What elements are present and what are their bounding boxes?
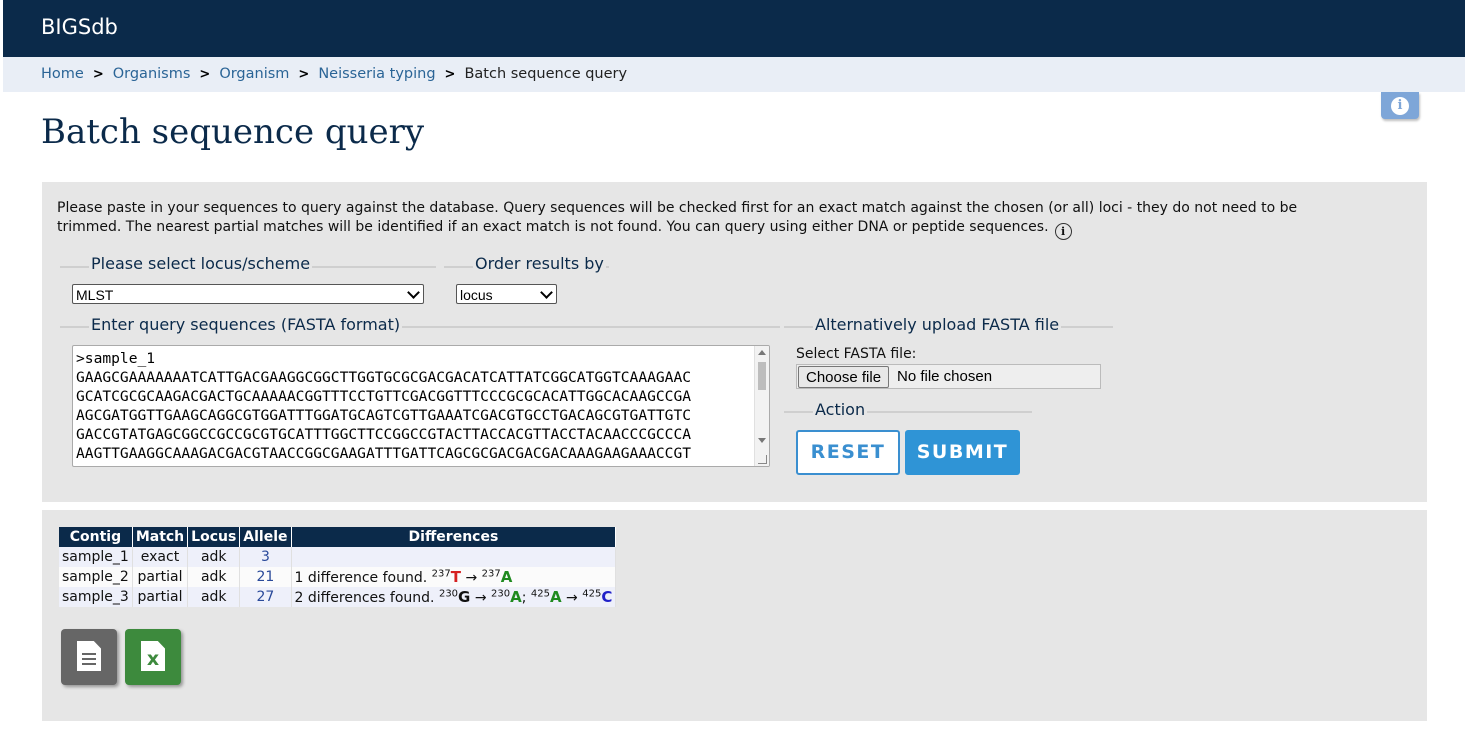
position-label: 230 <box>491 588 511 600</box>
query-sequence-textarea[interactable]: >sample_1 GAAGCGAAAAAAATCATTGACGAAGGCGGC… <box>72 345 770 467</box>
table-row: sample_1 exact adk 3 <box>59 547 617 567</box>
query-sequence-text: >sample_1 GAAGCGAAAAAAATCATTGACGAAGGCGGC… <box>76 350 692 462</box>
query-base: A <box>510 588 522 606</box>
match-cell: exact <box>132 547 189 567</box>
differences-cell <box>291 547 617 567</box>
action-legend: Action <box>813 400 868 419</box>
breadcrumb-separator: > <box>199 67 211 82</box>
position-label: 425 <box>530 588 550 600</box>
locus-cell: adk <box>187 547 241 567</box>
breadcrumb-home[interactable]: Home <box>41 66 84 82</box>
arrow-icon: → <box>474 590 487 606</box>
query-form-panel: Please paste in your sequences to query … <box>42 182 1427 502</box>
scroll-down-icon[interactable] <box>758 438 766 443</box>
contig-cell: sample_1 <box>59 547 133 567</box>
allele-link[interactable]: 3 <box>261 549 270 565</box>
match-cell: partial <box>132 587 189 607</box>
breadcrumb-organisms[interactable]: Organisms <box>113 66 191 82</box>
contig-cell: sample_2 <box>59 567 133 587</box>
position-label: 237 <box>481 568 501 580</box>
doc-line <box>82 658 96 660</box>
differences-cell: 2 differences found. 230G → 230A; 425A →… <box>291 587 617 607</box>
locus-scheme-select[interactable]: MLST <box>72 284 424 304</box>
table-row: sample_3 partial adk 27 2 differences fo… <box>59 587 617 607</box>
chevron-down-icon <box>540 286 553 299</box>
table-header-row: Contig Match Locus Allele Differences <box>59 527 617 547</box>
allele-link[interactable]: 21 <box>257 569 275 585</box>
allele-cell: 21 <box>239 567 292 587</box>
doc-line <box>82 663 96 665</box>
query-base: C <box>601 588 613 606</box>
allele-cell: 3 <box>239 547 292 567</box>
arrow-icon: → <box>465 570 478 586</box>
page-title: Batch sequence query <box>41 112 425 152</box>
position-label: 230 <box>438 588 459 600</box>
reference-base: G <box>458 588 471 606</box>
locus-cell: adk <box>187 587 241 607</box>
brand-logo[interactable]: BIGSdb <box>41 15 118 39</box>
allele-link[interactable]: 27 <box>257 589 275 605</box>
excel-glyph: x <box>146 648 160 670</box>
position-label: 425 <box>582 588 602 600</box>
breadcrumb-separator: > <box>298 67 310 82</box>
breadcrumb-neisseria-typing[interactable]: Neisseria typing <box>318 66 435 82</box>
doc-line <box>82 653 96 655</box>
query-sequences-legend: Enter query sequences (FASTA format) <box>89 315 403 334</box>
differences-cell: 1 difference found. 237T → 237A <box>291 567 617 587</box>
contig-cell: sample_3 <box>59 587 133 607</box>
results-table: Contig Match Locus Allele Differences sa… <box>59 527 617 607</box>
column-header: Allele <box>239 527 292 547</box>
upload-fasta-legend: Alternatively upload FASTA file <box>813 315 1062 334</box>
order-results-select[interactable]: locus <box>456 284 557 304</box>
position-label: 237 <box>431 568 451 580</box>
scroll-up-icon[interactable] <box>758 350 766 355</box>
column-header: Contig <box>59 527 133 547</box>
excel-file-icon: x <box>141 641 165 671</box>
chevron-down-icon <box>407 286 420 299</box>
choose-file-button[interactable]: Choose file <box>798 366 890 388</box>
arrow-icon: → <box>566 590 578 606</box>
order-results-legend: Order results by <box>473 254 606 273</box>
resize-handle-icon[interactable] <box>758 455 767 464</box>
textarea-scrollbar[interactable] <box>754 346 769 466</box>
column-header: Match <box>132 527 189 547</box>
help-info-icon[interactable]: i <box>1054 223 1072 240</box>
reference-base: T <box>450 568 461 586</box>
locus-scheme-legend: Please select locus/scheme <box>89 254 313 273</box>
locus-cell: adk <box>187 567 241 587</box>
match-cell: partial <box>132 567 189 587</box>
fasta-file-label: Select FASTA file: <box>796 346 917 362</box>
results-panel: Contig Match Locus Allele Differences sa… <box>42 510 1427 721</box>
file-status: No file chosen <box>897 368 993 385</box>
fasta-file-input[interactable]: Choose file No file chosen <box>796 364 1101 389</box>
info-icon: i <box>1391 97 1409 115</box>
intro-text: Please paste in your sequences to query … <box>57 200 1298 240</box>
query-base: A <box>500 568 513 586</box>
export-text-button[interactable] <box>61 629 117 685</box>
column-header: Differences <box>291 527 617 547</box>
breadcrumb-separator: > <box>444 67 456 82</box>
column-header: Locus <box>187 527 241 547</box>
reference-base: A <box>549 588 562 606</box>
reset-button[interactable]: RESET <box>796 430 900 475</box>
text-file-icon <box>77 641 101 671</box>
info-toggle-button[interactable]: i <box>1381 92 1419 119</box>
breadcrumb-current: Batch sequence query <box>464 66 628 82</box>
submit-button[interactable]: SUBMIT <box>905 430 1020 475</box>
export-excel-button[interactable]: x <box>125 629 181 685</box>
allele-cell: 27 <box>239 587 292 607</box>
scrollbar-thumb[interactable] <box>758 362 766 390</box>
breadcrumb-organism[interactable]: Organism <box>219 66 289 82</box>
separator: ; <box>521 590 527 606</box>
breadcrumb-separator: > <box>92 67 104 82</box>
table-row: sample_2 partial adk 21 1 difference fou… <box>59 567 617 587</box>
breadcrumb: Home > Organisms > Organism > Neisseria typing… <box>3 57 1465 92</box>
site-header: BIGSdb <box>3 0 1465 57</box>
